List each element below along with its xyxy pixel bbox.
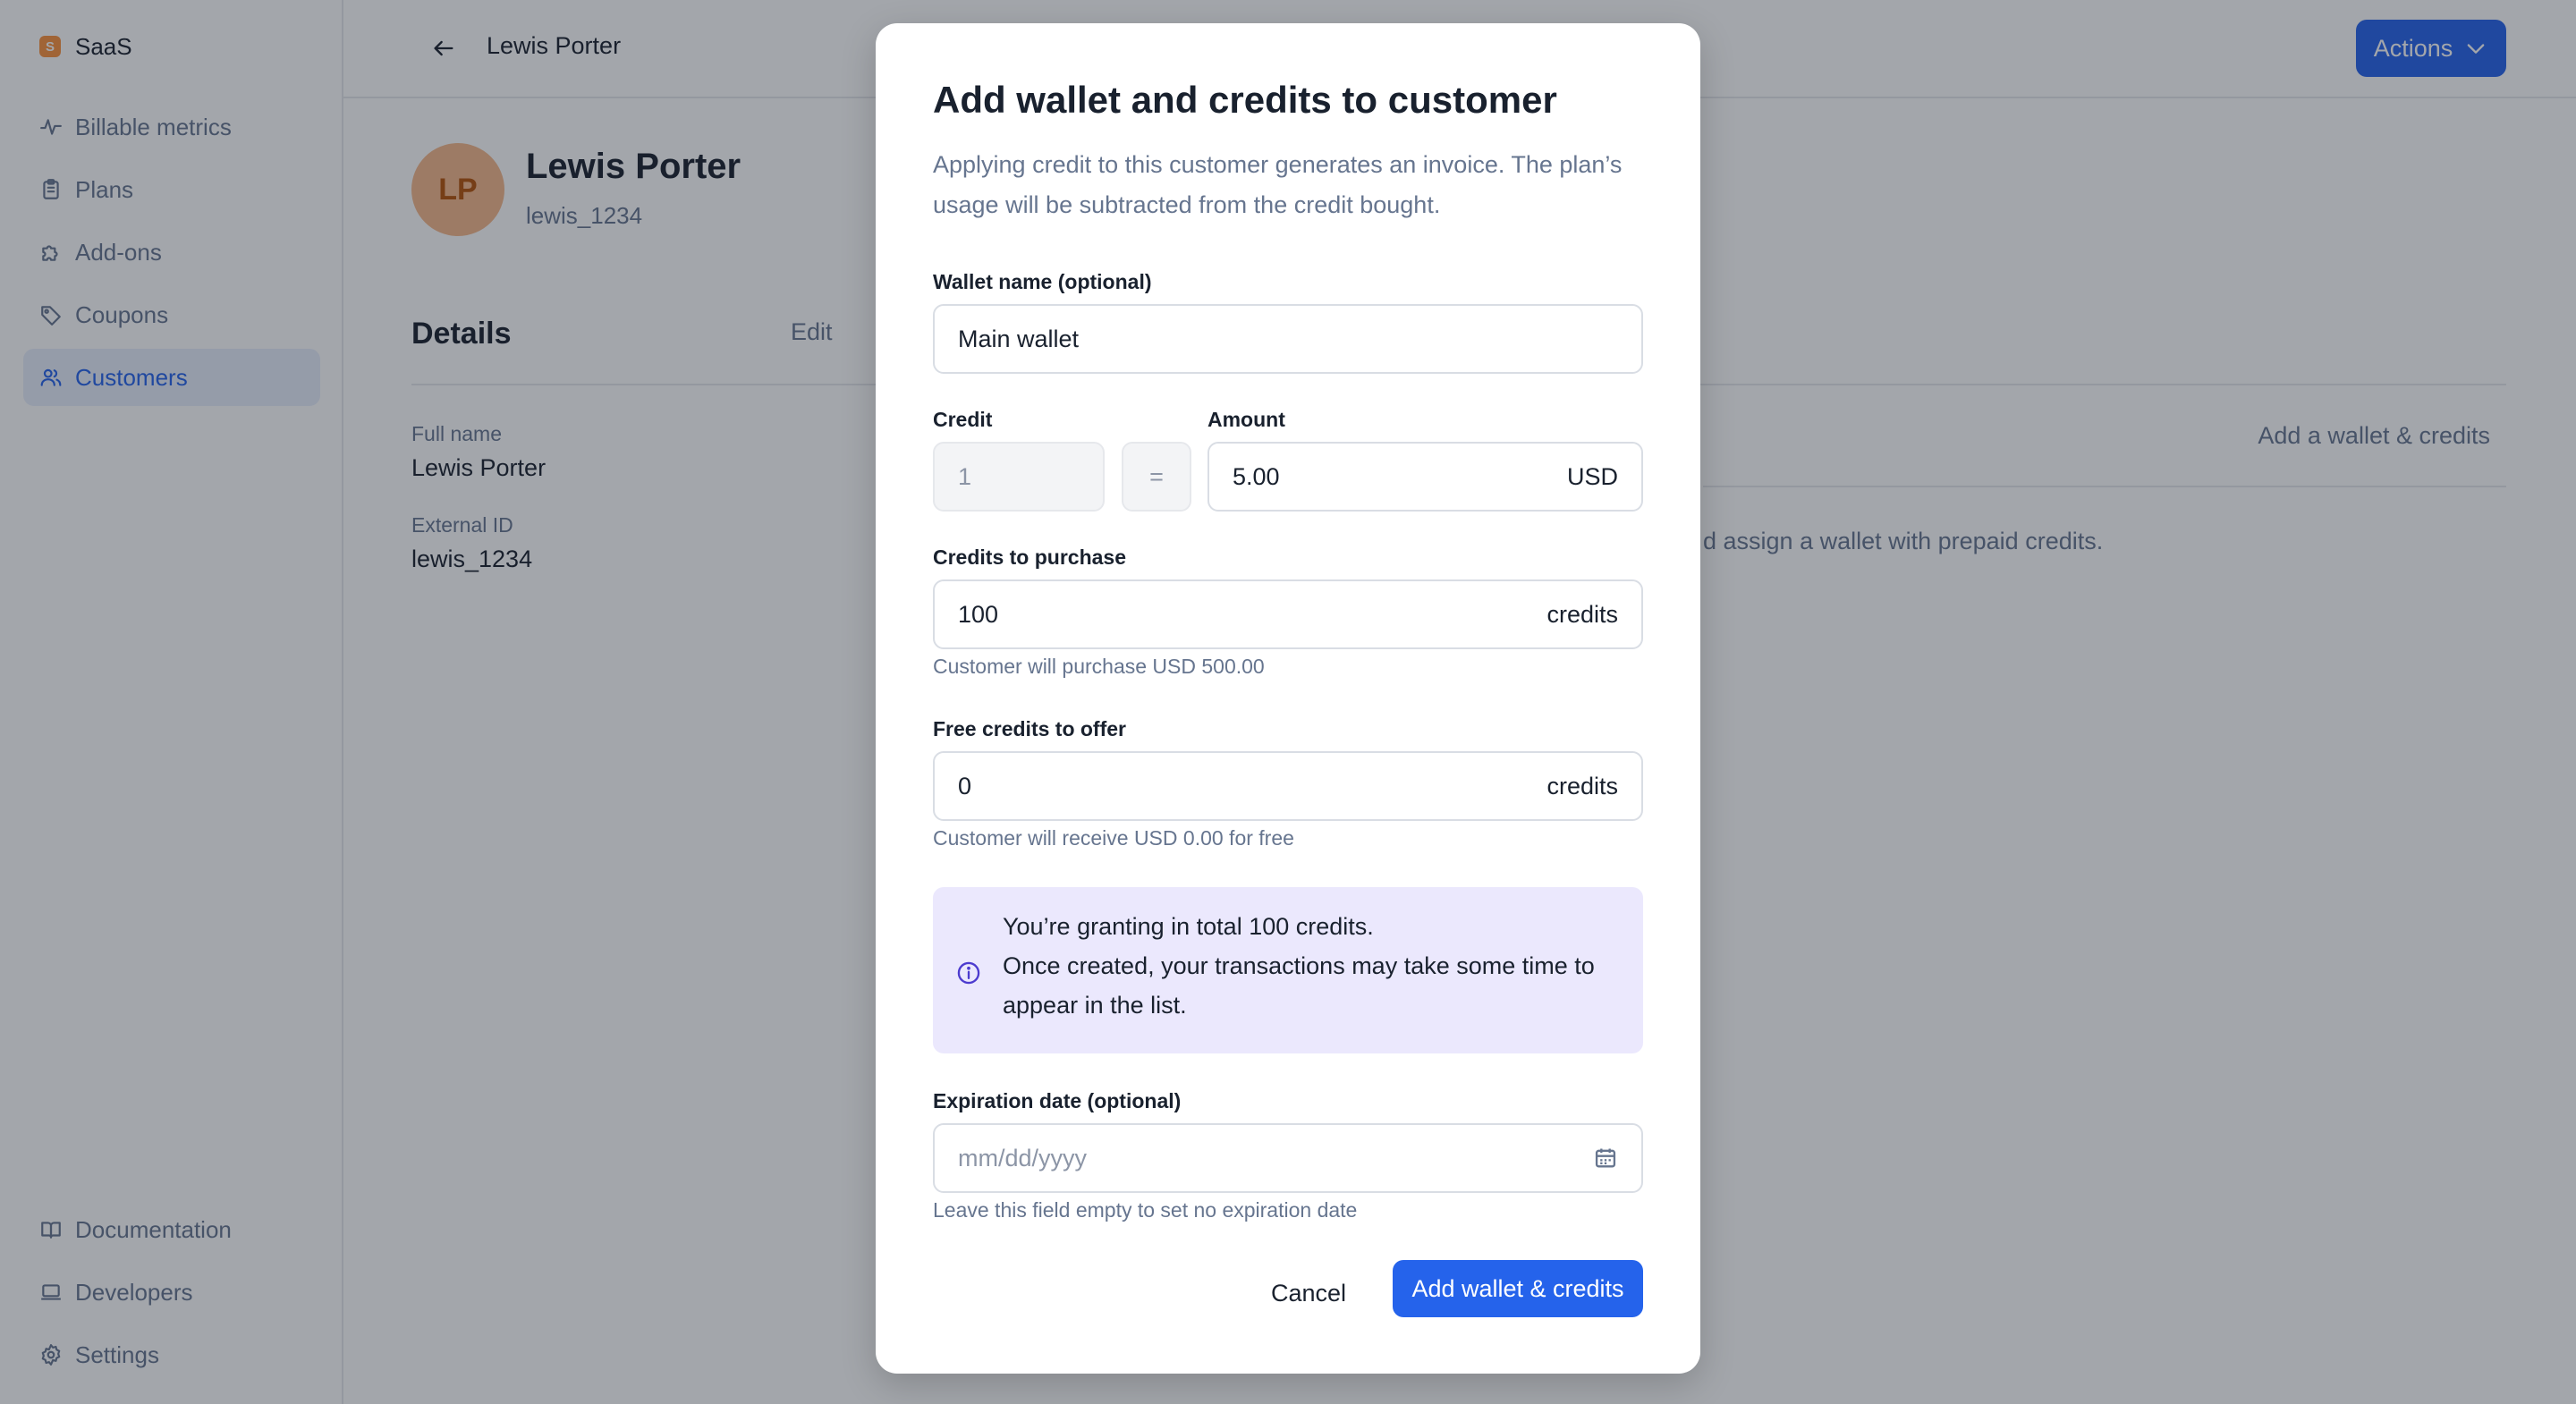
amount-input[interactable]: 5.00 USD: [1208, 442, 1643, 512]
app: S SaaS Billable metrics Plans Add-ons Co…: [0, 0, 2576, 1404]
dialog-description: Applying credit to this customer generat…: [933, 151, 1623, 218]
info-icon: [957, 961, 980, 985]
credit-rate-value: 1: [958, 462, 972, 490]
expiration-label: Expiration date (optional): [933, 1089, 1182, 1112]
equals-text: =: [1149, 462, 1164, 490]
dialog-title: Add wallet and credits to customer: [933, 79, 1557, 121]
credits-purchase-value: 100: [958, 600, 999, 628]
credits-purchase-helper: Customer will purchase USD 500.00: [933, 655, 1265, 678]
info-alert: You’re granting in total 100 credits. On…: [933, 887, 1643, 1053]
info-line-1: You’re granting in total 100 credits.: [1003, 913, 1374, 940]
expiration-placeholder: mm/dd/yyyy: [958, 1144, 1088, 1171]
add-wallet-button[interactable]: Add wallet & credits: [1393, 1260, 1643, 1317]
credit-rate-input: 1: [933, 442, 1105, 512]
cancel-button[interactable]: Cancel: [1255, 1264, 1362, 1322]
equals-sign: =: [1122, 442, 1191, 512]
free-credits-helper: Customer will receive USD 0.00 for free: [933, 826, 1294, 850]
add-wallet-dialog: Add wallet and credits to customer Apply…: [876, 23, 1700, 1374]
wallet-name-value: Main wallet: [958, 325, 1080, 352]
wallet-name-input[interactable]: Main wallet: [933, 304, 1643, 374]
info-line-2: Once created, your transactions may take…: [1003, 952, 1595, 1019]
free-credits-label: Free credits to offer: [933, 717, 1126, 740]
amount-label: Amount: [1208, 408, 1285, 431]
credits-unit: credits: [1546, 772, 1618, 799]
credits-purchase-input[interactable]: 100 credits: [933, 579, 1643, 649]
amount-currency: USD: [1566, 462, 1618, 490]
calendar-icon[interactable]: [1593, 1146, 1618, 1171]
amount-value: 5.00: [1233, 462, 1280, 490]
free-credits-value: 0: [958, 772, 972, 799]
free-credits-input[interactable]: 0 credits: [933, 751, 1643, 821]
expiration-date-input[interactable]: mm/dd/yyyy: [933, 1123, 1643, 1193]
expiration-helper: Leave this field empty to set no expirat…: [933, 1198, 1358, 1222]
credits-purchase-label: Credits to purchase: [933, 546, 1126, 569]
wallet-name-label: Wallet name (optional): [933, 270, 1152, 293]
credits-unit: credits: [1546, 600, 1618, 628]
info-text: You’re granting in total 100 credits. On…: [1003, 907, 1620, 1025]
credit-label: Credit: [933, 408, 993, 431]
